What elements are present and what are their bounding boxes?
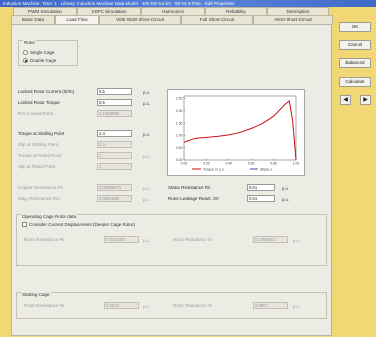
cancel-button[interactable]: Cancel [339, 40, 371, 50]
op-rotor-reactance-label: Rotor Reactance Xr [173, 237, 213, 242]
current-displacement-label: Consider Current Displacement (Deeper Ca… [29, 222, 136, 227]
torque-rated-label: Torque at Rated Point [18, 153, 62, 158]
x-tick-label: 0.40 [225, 162, 232, 166]
st-rotor-resistance-input: 0.0512 [104, 302, 139, 309]
st-rotor-reactance-unit: p.u. [293, 304, 300, 309]
op-rotor-resistance-unit: p.u. [143, 238, 150, 243]
y-tick-label: 1.50 [176, 121, 183, 125]
current-displacement-option[interactable]: Consider Current Displacement (Deeper Ca… [22, 222, 135, 227]
x-tick-label: 0.00 [181, 162, 188, 166]
window-title: Induction Machine, Time: 1 · Library: In… [0, 0, 376, 7]
x-tick-label: 0.60 [248, 162, 255, 166]
balanced-button[interactable]: Balanced [339, 58, 371, 68]
st-rotor-reactance-input: 0.0867 [253, 302, 288, 309]
op-rotor-reactance-unit: p.u. [293, 238, 300, 243]
properties-panel: Rotor Single Cage Double Cage Locked Rot… [11, 24, 332, 336]
plot-frame [183, 95, 297, 161]
tab-row-2: Basic Data Load Flow VDE 0530 Short-Circ… [11, 15, 333, 24]
locked-rotor-current-input[interactable]: 5.5 [97, 88, 132, 95]
mag-resistance-label: Mag. Resistance Rm [18, 196, 60, 201]
y-tick-label: 2.00 [176, 109, 183, 113]
calculate-button[interactable]: Calculate [339, 77, 371, 87]
tab-ansi-short-circuit[interactable]: ANSI Short-Circuit [253, 15, 333, 24]
torque-rated-unit: p.u. [143, 154, 150, 159]
rotor-leakage-label: Rotor Leakage React. Xrl [168, 196, 219, 201]
locked-rotor-current-label: Locked Rotor Current (Ilr/In) [18, 89, 75, 94]
slip-stalling-label: Slip at Stalling Point [18, 142, 59, 147]
op-rotor-resistance-input: 0.0113457 [104, 236, 139, 243]
rotor-group-title: Rotor [23, 40, 37, 45]
r-x-locked-rotor-input: 0.1038098 [97, 110, 132, 117]
next-button[interactable]: ▶ [360, 95, 371, 105]
slip-stalling-input: 8.3 [97, 141, 132, 148]
locked-rotor-torque-label: Locked Rotor Torque [18, 100, 60, 105]
y-tick-label: 1.00 [176, 134, 183, 138]
double-cage-option[interactable]: Double Cage [23, 58, 56, 63]
torque-curve [183, 99, 297, 161]
stator-resistance-unit: p.u. [282, 186, 289, 191]
mag-resistance-unit: p.u. [143, 197, 150, 202]
current-displacement-checkbox[interactable] [22, 222, 27, 227]
y-tick-label: 2.50 [176, 97, 183, 101]
rotor-leakage-unit: p.u. [282, 197, 289, 202]
x-tick-label: 1.00 [293, 162, 300, 166]
locked-rotor-current-unit: p.u. [143, 90, 150, 95]
r-x-locked-rotor-label: R/X Locked Rotor [18, 111, 54, 116]
single-cage-option[interactable]: Single Cage [23, 50, 55, 55]
torque-stalling-label: Torque at Stalling Point [18, 131, 65, 136]
copper-losses-label: Copper Resistance Rs [18, 185, 64, 190]
single-cage-label: Single Cage [30, 50, 55, 55]
locked-rotor-torque-unit: p.u. [143, 101, 150, 106]
double-cage-label: Double Cage [30, 58, 57, 63]
legend-speed-label: Slip/p.u. [260, 168, 273, 172]
single-cage-radio[interactable] [23, 50, 28, 55]
legend-torque-label: Torque in p.u. [203, 168, 225, 172]
slip-rated-input: 1 [97, 163, 132, 170]
dialog-window: Induction Machine, Time: 1 · Library: In… [0, 0, 376, 337]
mag-resistance-input: 0.0051836 [97, 195, 132, 202]
double-cage-radio[interactable] [23, 58, 28, 63]
stator-resistance-label: Stator Resistance Rs [168, 185, 211, 190]
ok-button[interactable]: OK [339, 22, 371, 32]
copper-losses-input: 0.00896573 [97, 184, 132, 191]
torque-rated-input: 1 [97, 152, 132, 159]
x-tick-label: 0.20 [203, 162, 210, 166]
tab-basic-data[interactable]: Basic Data [11, 15, 55, 24]
torque-speed-plot: 2.502.001.501.000.500.00 0.00 0.20 0.40 0.6… [176, 95, 300, 172]
slip-rated-label: Slip at Rated Point [18, 164, 56, 169]
st-rotor-resistance-unit: p.u. [143, 304, 150, 309]
rotor-leakage-input[interactable]: 0.01 [247, 195, 275, 202]
torque-stalling-unit: p.u. [143, 132, 150, 137]
st-rotor-reactance-label: Rotor Reactance Xr [173, 303, 213, 308]
prev-button[interactable]: ◀ [340, 95, 351, 105]
locked-rotor-torque-input[interactable]: 0.5 [97, 99, 132, 106]
stator-resistance-input[interactable]: 0.01 [247, 184, 275, 191]
st-rotor-resistance-label: Rotor Resistance Rr [24, 303, 65, 308]
op-rotor-reactance-input: 0.1006882 [253, 236, 288, 243]
torque-speed-chart: 2.50 2.00 1.50 1.00 0.50 0.00 0.00 0.20 0.40 0.6… [167, 89, 305, 176]
torque-stalling-input[interactable]: 2.4 [97, 130, 132, 137]
copper-losses-unit: p.u. [143, 186, 150, 191]
op-rotor-resistance-label: Rotor Resistance Rr [24, 237, 65, 242]
starting-cage-title: Starting Cage [21, 292, 51, 297]
tab-full-short-circuit[interactable]: Full Short-Circuit [181, 15, 253, 24]
operating-cage-title: Operating Cage Rotor data [21, 214, 78, 219]
x-tick-label: 0.80 [270, 162, 277, 166]
tab-load-flow[interactable]: Load Flow [55, 15, 99, 24]
y-tick-label: 0.50 [176, 146, 183, 150]
tab-vde-short-circuit[interactable]: VDE 0530 Short-Circuit [99, 15, 181, 24]
